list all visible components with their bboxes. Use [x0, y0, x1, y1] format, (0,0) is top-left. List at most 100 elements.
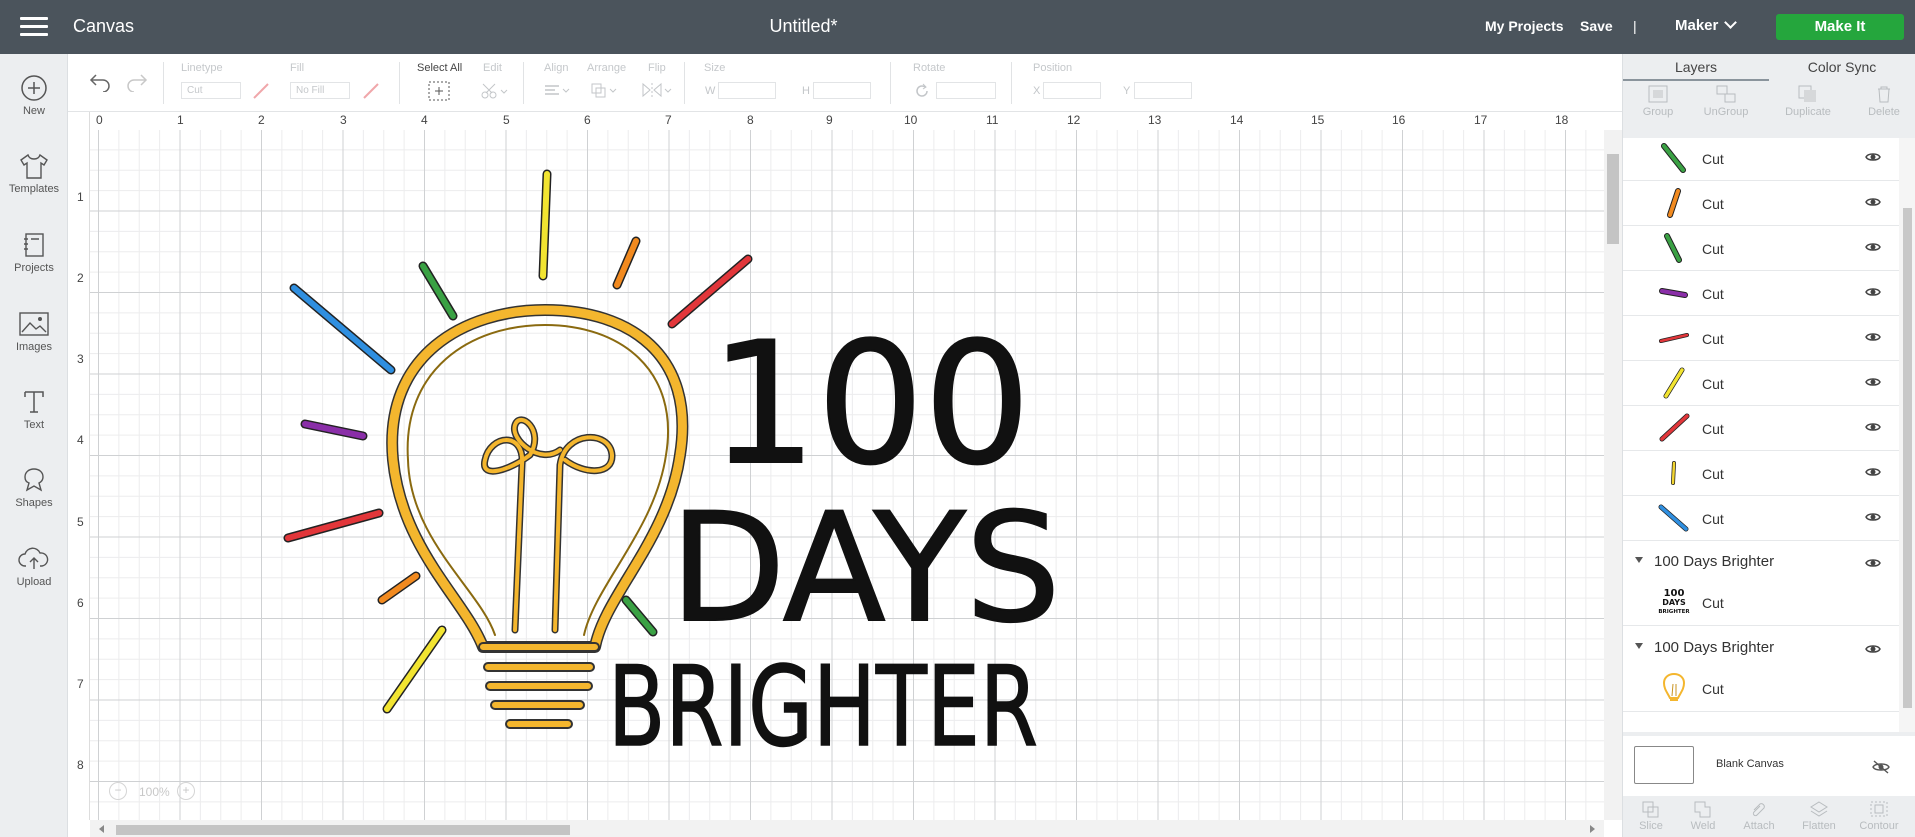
rotate-input[interactable]	[936, 82, 996, 99]
scrollbar-thumb[interactable]	[1903, 208, 1912, 708]
width-input[interactable]	[718, 82, 776, 99]
layer-thumbnail	[1659, 333, 1689, 343]
layer-group-header[interactable]: 100 Days Brighter	[1623, 628, 1899, 666]
scrollbar-thumb[interactable]	[116, 825, 570, 835]
layer-row[interactable]: Cut	[1623, 406, 1899, 451]
delete-label: Delete	[1868, 106, 1900, 118]
contour-button[interactable]: Contour	[1851, 800, 1907, 832]
sidebar-item-shapes[interactable]: Shapes	[0, 466, 68, 509]
slice-icon	[1642, 801, 1659, 818]
design-artwork[interactable]: 100 DAYS BRIGHTER	[90, 130, 1604, 820]
y-input[interactable]	[1134, 82, 1192, 99]
select-all-label: Select All	[417, 62, 463, 74]
eye-icon[interactable]	[1865, 331, 1881, 343]
eye-icon[interactable]	[1865, 511, 1881, 523]
layer-row[interactable]: Cut	[1623, 271, 1899, 316]
eye-icon[interactable]	[1865, 151, 1881, 163]
delete-button[interactable]: Delete	[1849, 84, 1915, 118]
layer-row[interactable]: Cut	[1623, 226, 1899, 271]
tab-layers[interactable]: Layers	[1623, 59, 1769, 75]
weld-button[interactable]: Weld	[1675, 800, 1731, 832]
canvas-color-swatch[interactable]	[1634, 746, 1694, 784]
my-projects-link[interactable]: My Projects	[1485, 18, 1564, 34]
layer-thumbnail	[1667, 188, 1681, 218]
paperclip-icon	[1752, 803, 1765, 817]
select-all-icon[interactable]	[428, 81, 450, 101]
attach-button[interactable]: Attach	[1731, 800, 1787, 832]
toolbar-separator	[1011, 62, 1012, 104]
machine-name: Maker	[1675, 17, 1719, 34]
sidebar-item-upload[interactable]: Upload	[0, 545, 68, 588]
flatten-button[interactable]: Flatten	[1791, 800, 1847, 832]
layer-row[interactable]: Cut	[1623, 181, 1899, 226]
sidebar-item-new[interactable]: New	[0, 74, 68, 117]
eye-icon[interactable]	[1865, 376, 1881, 388]
layer-row[interactable]: 100 DAYS BRIGHTER Cut	[1623, 580, 1899, 626]
undo-icon[interactable]	[88, 72, 112, 92]
caret-down-icon[interactable]	[1635, 643, 1643, 649]
flip-icon[interactable]	[641, 82, 673, 98]
height-input[interactable]	[813, 82, 871, 99]
eye-icon[interactable]	[1865, 643, 1881, 655]
arrange-icon[interactable]	[590, 82, 620, 98]
layer-label: Cut	[1702, 595, 1724, 611]
ruler-v-label: 7	[77, 677, 84, 691]
x-input[interactable]	[1043, 82, 1101, 99]
group-button[interactable]: Group	[1623, 84, 1693, 118]
zoom-level: 100%	[139, 785, 170, 799]
duplicate-button[interactable]: Duplicate	[1773, 84, 1843, 118]
sidebar-label-templates: Templates	[8, 183, 60, 195]
eye-icon[interactable]	[1865, 557, 1881, 569]
eye-icon[interactable]	[1865, 241, 1881, 253]
layer-group-header[interactable]: 100 Days Brighter	[1623, 542, 1899, 580]
ruler-h-label: 18	[1555, 113, 1569, 127]
scroll-right-icon[interactable]	[1588, 824, 1596, 834]
duplicate-label: Duplicate	[1785, 106, 1831, 118]
caret-down-icon[interactable]	[1635, 557, 1643, 563]
eye-hidden-icon[interactable]	[1872, 760, 1890, 774]
save-button[interactable]: Save	[1580, 18, 1613, 34]
layer-row[interactable]: Cut	[1623, 316, 1899, 361]
layer-label: Cut	[1702, 196, 1724, 212]
design-text-line1: 100	[710, 306, 1031, 502]
canvas-horizontal-scrollbar[interactable]	[90, 820, 1604, 837]
document-title[interactable]: Untitled*	[0, 16, 1607, 37]
layers-scrollbar[interactable]	[1899, 138, 1915, 732]
sidebar-item-projects[interactable]: Projects	[0, 231, 68, 274]
layer-group-name: 100 Days Brighter	[1654, 639, 1775, 656]
ungroup-button[interactable]: UnGroup	[1691, 84, 1761, 118]
linetype-color-swatch[interactable]	[252, 82, 270, 100]
fill-select[interactable]: No Fill	[290, 82, 350, 99]
sidebar-item-text[interactable]: Text	[0, 388, 68, 431]
layer-row[interactable]: Cut	[1623, 138, 1899, 181]
eye-icon[interactable]	[1865, 466, 1881, 478]
scissors-icon[interactable]	[480, 82, 508, 100]
layer-row[interactable]: Cut	[1623, 361, 1899, 406]
layer-row[interactable]: Cut	[1623, 451, 1899, 496]
eye-icon[interactable]	[1865, 286, 1881, 298]
design-canvas[interactable]: 100 DAYS BRIGHTER	[90, 130, 1604, 820]
fill-color-swatch[interactable]	[362, 82, 380, 100]
scrollbar-thumb[interactable]	[1607, 154, 1619, 244]
eye-icon[interactable]	[1865, 196, 1881, 208]
linetype-select[interactable]: Cut	[181, 82, 241, 99]
machine-selector[interactable]: Maker	[1675, 16, 1738, 34]
scroll-left-icon[interactable]	[98, 824, 106, 834]
design-text-line3: BRIGHTER	[608, 643, 1038, 772]
layer-row[interactable]: Cut	[1623, 496, 1899, 541]
align-icon[interactable]	[543, 84, 573, 98]
sidebar-item-images[interactable]: Images	[0, 310, 68, 353]
redo-icon[interactable]	[125, 72, 149, 92]
slice-button[interactable]: Slice	[1623, 800, 1679, 832]
blank-canvas-row[interactable]: Blank Canvas	[1623, 736, 1915, 796]
layer-tools: Group UnGroup Duplicate Delete	[1623, 84, 1915, 134]
canvas-vertical-scrollbar[interactable]	[1604, 130, 1622, 820]
zoom-out-button[interactable]: −	[109, 782, 127, 800]
make-it-button[interactable]: Make It	[1776, 14, 1904, 40]
sidebar-label-new: New	[22, 105, 45, 117]
sidebar-item-templates[interactable]: Templates	[0, 152, 68, 195]
eye-icon[interactable]	[1865, 421, 1881, 433]
zoom-in-button[interactable]: +	[177, 782, 195, 800]
tab-color-sync[interactable]: Color Sync	[1769, 59, 1915, 75]
layer-row[interactable]: Cut	[1623, 666, 1899, 712]
